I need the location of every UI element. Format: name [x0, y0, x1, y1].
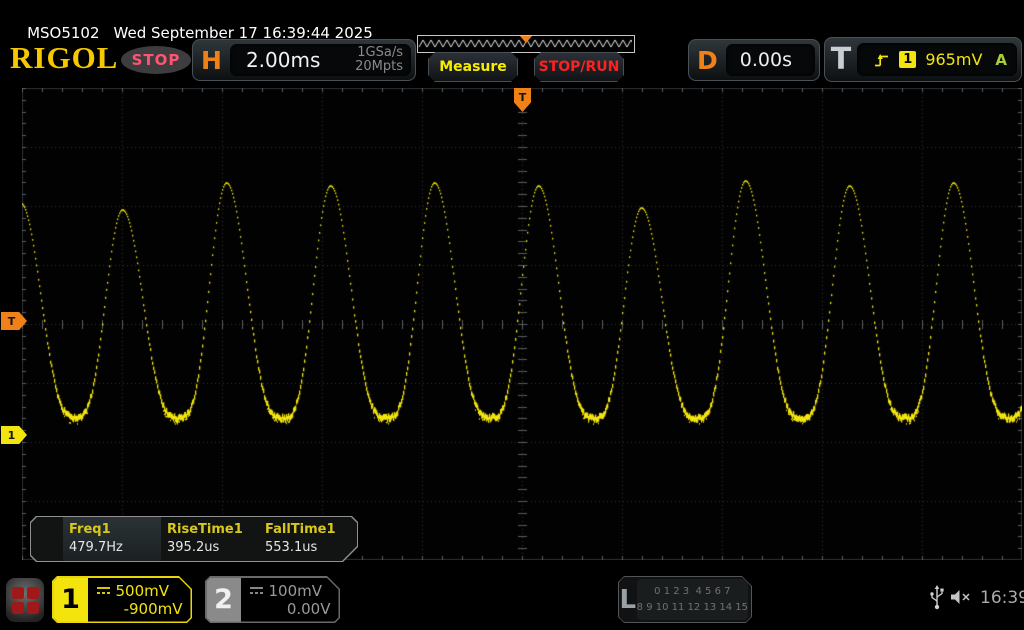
dc-coupling-icon — [96, 586, 111, 595]
horizontal-label: H — [193, 48, 230, 73]
memory-waveform-preview[interactable] — [417, 35, 635, 53]
rigol-logo: RIGOL — [10, 42, 118, 73]
measurement-label: RiseTime1 — [167, 522, 259, 537]
dc-coupling-icon — [249, 586, 264, 595]
measurement-item-freq[interactable]: Freq1 479.7Hz — [63, 517, 161, 561]
channel1-offset: -900mV — [96, 600, 183, 618]
trigger-level-letter: T — [8, 316, 16, 327]
waveform-canvas[interactable] — [22, 88, 1022, 560]
delay-value: 0.00s — [740, 49, 792, 71]
trigger-settings-button[interactable]: T 1 965mV A — [824, 37, 1022, 82]
channel2-offset: 0.00V — [249, 600, 331, 618]
measurement-value: 479.7Hz — [69, 540, 161, 555]
channel1-marker-number: 1 — [8, 430, 16, 441]
digital-row1: 0 1 2 3 4 5 6 7 — [637, 584, 748, 600]
measure-button[interactable]: Measure — [428, 52, 518, 82]
measurement-value: 395.2us — [167, 540, 259, 555]
measurement-value: 553.1us — [265, 540, 357, 555]
delay-settings-button[interactable]: D 0.00s — [688, 39, 820, 81]
delay-label: D — [689, 48, 726, 73]
graticule-area[interactable] — [22, 88, 1022, 560]
preview-trigger-position-icon[interactable] — [520, 36, 532, 43]
measurement-label: FallTime1 — [265, 522, 357, 537]
trigger-label: T — [825, 38, 857, 81]
channel1-number: 1 — [54, 578, 88, 622]
digital-channel-numbers: 0 1 2 3 4 5 6 78 9 10 11 12 13 14 15 — [637, 579, 748, 620]
channel1-scale: 500mV — [116, 582, 170, 600]
measurement-label: Freq1 — [69, 522, 161, 537]
trigger-position-letter: T — [519, 92, 527, 103]
mute-icon[interactable] — [950, 589, 972, 605]
stop-run-button[interactable]: STOP/RUN — [534, 52, 624, 82]
digital-row2: 8 9 10 11 12 13 14 15 — [637, 600, 748, 616]
trigger-sweep-mode: A — [995, 51, 1007, 69]
horizontal-settings-button[interactable]: H 2.00ms 1GSa/s20Mpts — [192, 39, 416, 81]
trigger-level-value: 965mV — [925, 50, 982, 69]
oscilloscope-screen: MSO5102Wed September 17 16:39:44 2025 RI… — [0, 0, 1024, 630]
sample-rate-memory: 1GSa/s20Mpts — [355, 46, 403, 73]
menu-grid-icon[interactable] — [6, 578, 44, 622]
rising-edge-icon — [873, 52, 890, 68]
channel2-scale: 100mV — [269, 582, 323, 600]
channel2-button[interactable]: 2 100mV 0.00V — [205, 576, 340, 623]
digital-label: L — [619, 577, 637, 622]
channel1-button[interactable]: 1 500mV -900mV — [52, 576, 192, 623]
digital-channels-button[interactable]: L 0 1 2 3 4 5 6 78 9 10 11 12 13 14 15 — [618, 576, 752, 623]
usb-icon — [929, 584, 945, 610]
timebase-value: 2.00ms — [246, 48, 320, 72]
clock-time: 16:39 — [980, 588, 1024, 608]
measurement-item-falltime[interactable]: FallTime1 553.1us — [259, 517, 357, 561]
trigger-source-badge: 1 — [899, 51, 916, 68]
measurement-panel: Freq1 479.7Hz RiseTime1 395.2us FallTime… — [30, 516, 358, 562]
channel2-number: 2 — [207, 578, 241, 622]
memory-depth: 20Mpts — [355, 59, 403, 74]
measurement-item-risetime[interactable]: RiseTime1 395.2us — [161, 517, 259, 561]
acquisition-state-badge: STOP — [121, 46, 191, 74]
